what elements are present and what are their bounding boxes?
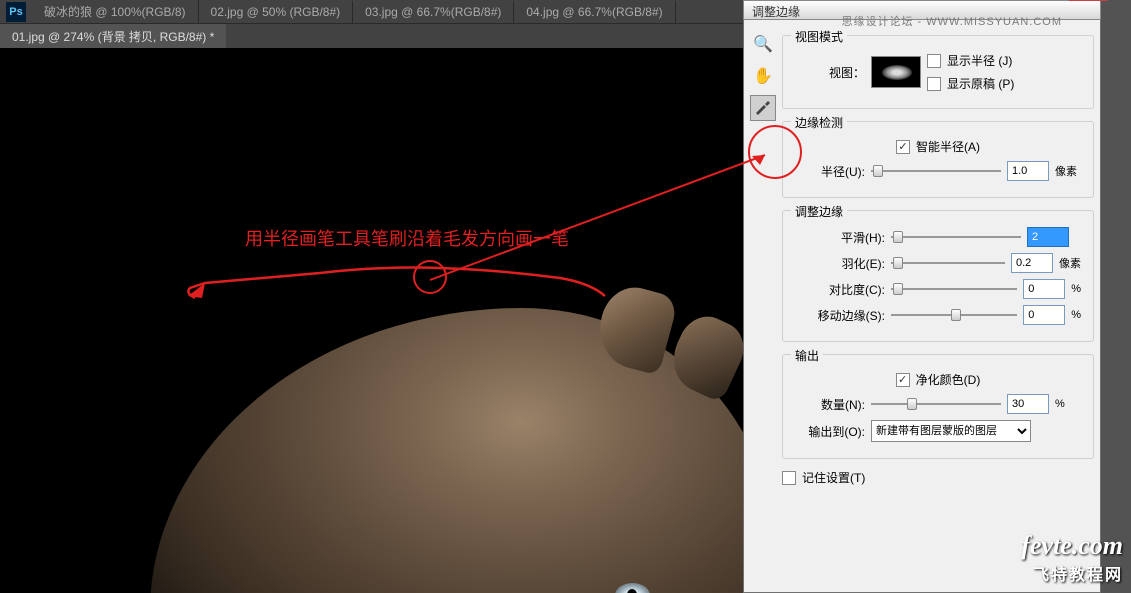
smooth-label: 平滑(H): <box>795 229 885 246</box>
zoom-icon[interactable]: 🔍 <box>750 31 776 57</box>
radius-input[interactable] <box>1007 161 1049 181</box>
tab-item[interactable]: 02.jpg @ 50% (RGB/8#) <box>199 1 354 23</box>
decontaminate-checkbox[interactable] <box>896 373 910 387</box>
output-to-select[interactable]: 新建带有图层蒙版的图层 <box>871 420 1031 442</box>
right-panel-strip <box>1101 0 1131 593</box>
arrow-to-tool <box>430 150 780 290</box>
watermark-line2: 飞特教程网 <box>1021 561 1123 585</box>
annotation-ring-tool <box>748 125 802 179</box>
show-original-checkbox[interactable] <box>927 77 941 91</box>
output-to-label: 输出到(O): <box>795 423 865 440</box>
group-title: 视图模式 <box>791 28 847 45</box>
group-title: 调整边缘 <box>791 203 847 220</box>
annotation-ring-canvas <box>413 260 447 294</box>
shift-edge-slider[interactable] <box>891 306 1017 324</box>
brush-icon[interactable] <box>750 95 776 121</box>
unit-label: % <box>1055 398 1065 410</box>
feather-input[interactable] <box>1011 253 1053 273</box>
watermark-line1: fevte.com <box>1021 531 1123 561</box>
smooth-input[interactable] <box>1027 227 1069 247</box>
group-view-mode: 视图模式 视图： 显示半径 (J) 显示原稿 (P) <box>782 35 1094 109</box>
shift-edge-label: 移动边缘(S): <box>795 307 885 324</box>
unit-label: % <box>1071 283 1081 295</box>
show-radius-checkbox[interactable] <box>927 54 941 68</box>
remember-checkbox[interactable] <box>782 471 796 485</box>
canvas-area[interactable] <box>0 48 745 593</box>
tab-item[interactable]: 破冰的狼 @ 100%(RGB/8) <box>32 0 199 24</box>
contrast-label: 对比度(C): <box>795 281 885 298</box>
radius-slider[interactable] <box>871 162 1001 180</box>
wolf-image <box>150 308 745 593</box>
group-title: 边缘检测 <box>791 114 847 131</box>
unit-label: 像素 <box>1055 163 1077 179</box>
group-output: 输出 净化颜色(D) 数量(N): % 输出到(O): 新建带有图层蒙版的图层 <box>782 354 1094 459</box>
show-radius-label: 显示半径 (J) <box>947 52 1012 69</box>
view-label: 视图： <box>795 64 865 81</box>
unit-label: 像素 <box>1059 255 1081 271</box>
app-icon: Ps <box>6 2 26 22</box>
smooth-slider[interactable] <box>891 228 1021 246</box>
active-doc-tab[interactable]: 01.jpg @ 274% (背景 拷贝, RGB/8#) * <box>0 24 226 49</box>
view-thumbnail[interactable] <box>871 56 921 88</box>
hand-icon[interactable]: ✋ <box>750 63 776 89</box>
tab-item[interactable]: 03.jpg @ 66.7%(RGB/8#) <box>353 1 514 23</box>
site-watermark: fevte.com 飞特教程网 <box>1021 531 1123 585</box>
feather-label: 羽化(E): <box>795 255 885 272</box>
forum-watermark: 思缘设计论坛 - WWW.MISSYUAN.COM <box>841 13 1062 29</box>
show-original-label: 显示原稿 (P) <box>947 75 1014 92</box>
tool-column: 🔍 ✋ <box>750 31 778 127</box>
smart-radius-label: 智能半径(A) <box>916 138 980 155</box>
amount-input[interactable] <box>1007 394 1049 414</box>
group-title: 输出 <box>791 347 823 364</box>
shift-edge-input[interactable] <box>1023 305 1065 325</box>
amount-label: 数量(N): <box>795 396 865 413</box>
decontaminate-label: 净化颜色(D) <box>916 371 981 388</box>
close-icon[interactable] <box>1068 0 1108 1</box>
tab-item[interactable]: 04.jpg @ 66.7%(RGB/8#) <box>514 1 675 23</box>
radius-label: 半径(U): <box>795 163 865 180</box>
remember-label: 记住设置(T) <box>802 469 865 486</box>
refine-edge-panel: 调整边缘 思缘设计论坛 - WWW.MISSYUAN.COM 🔍 ✋ 视图模式 … <box>743 0 1101 593</box>
amount-slider[interactable] <box>871 395 1001 413</box>
feather-slider[interactable] <box>891 254 1005 272</box>
group-edge-detect: 边缘检测 智能半径(A) 半径(U): 像素 <box>782 121 1094 198</box>
annotation-text: 用半径画笔工具笔刷沿着毛发方向画一笔 <box>245 225 569 251</box>
group-adjust-edge: 调整边缘 平滑(H): 羽化(E): 像素 对比度(C): % 移动边缘(S):… <box>782 210 1094 342</box>
contrast-slider[interactable] <box>891 280 1017 298</box>
contrast-input[interactable] <box>1023 279 1065 299</box>
unit-label: % <box>1071 309 1081 321</box>
smart-radius-checkbox[interactable] <box>896 140 910 154</box>
